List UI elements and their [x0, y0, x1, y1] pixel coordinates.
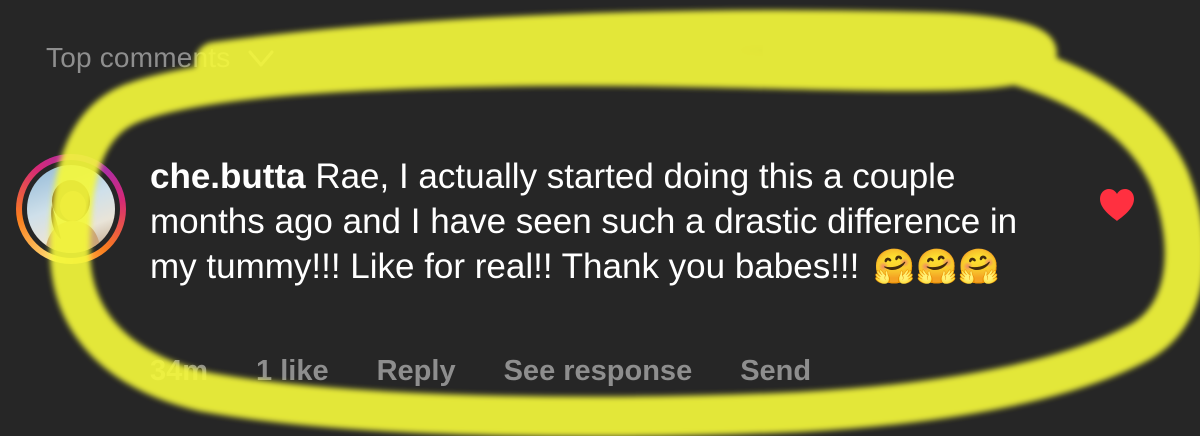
avatar-story-ring[interactable] — [16, 154, 126, 264]
send-button[interactable]: Send — [740, 355, 811, 388]
likes-count-link[interactable]: 1 like — [256, 355, 329, 388]
comment-body: che.butta Rae, I actually started doing … — [150, 154, 1020, 290]
avatar-photo-icon — [45, 180, 101, 253]
comment-username[interactable]: che.butta — [150, 157, 306, 196]
see-response-button[interactable]: See response — [504, 355, 693, 388]
comment-actions: 34m 1 like Reply See response Send — [150, 355, 811, 388]
sort-label: Top comments — [46, 42, 231, 73]
chevron-down-icon — [248, 50, 274, 67]
avatar[interactable] — [27, 165, 115, 253]
sort-comments-dropdown[interactable]: Top comments — [46, 40, 278, 76]
reply-button[interactable]: Reply — [377, 355, 456, 388]
comment-timestamp: 34m — [150, 355, 209, 387]
comment-emojis: 🤗🤗🤗 — [873, 248, 1001, 286]
heart-icon[interactable] — [1098, 188, 1136, 222]
avatar-frame — [22, 160, 120, 258]
